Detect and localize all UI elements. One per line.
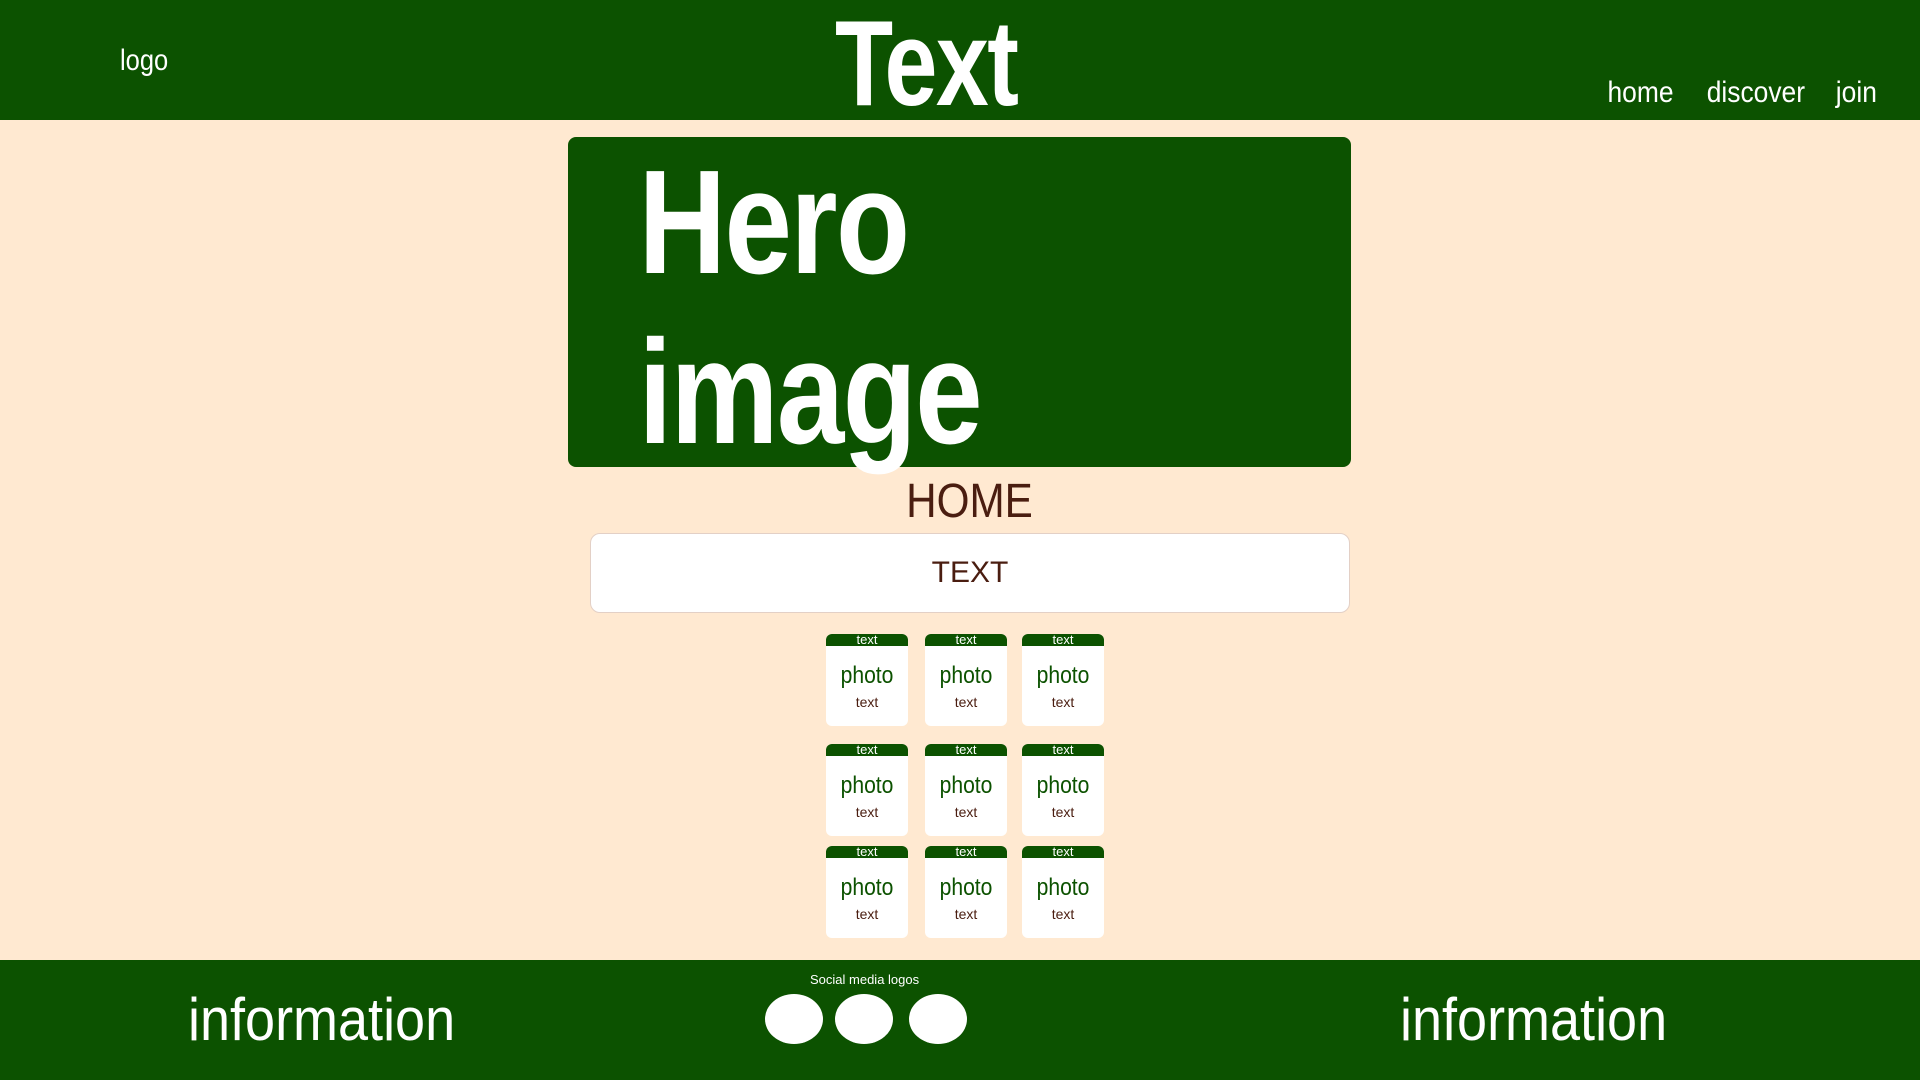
card-header: text [1022,634,1104,646]
card-text: text [855,906,879,922]
logo[interactable]: logo [120,44,168,78]
photo-card[interactable]: text photo text [826,634,908,726]
hero-label: Hero image [638,140,982,475]
social-media-icon[interactable] [765,994,823,1044]
card-header: text [925,634,1007,646]
card-header: text [826,846,908,858]
main-nav: home discover join [1603,76,1880,110]
card-text: text [954,804,978,820]
card-header: text [826,634,908,646]
card-text: text [954,906,978,922]
card-header: text [925,846,1007,858]
nav-discover-link[interactable]: discover [1706,76,1804,110]
card-header: text [826,744,908,756]
card-photo: photo [840,874,894,901]
card-text: text [954,694,978,710]
card-photo: photo [840,662,894,689]
card-header: text [1022,846,1104,858]
card-photo: photo [840,772,894,799]
nav-home-link[interactable]: home [1607,76,1673,110]
card-text: text [1051,804,1075,820]
social-media-icon[interactable] [909,994,967,1044]
social-media-icon[interactable] [835,994,893,1044]
photo-card[interactable]: text photo text [1022,744,1104,836]
hero-image: Hero image [568,137,1351,475]
footer-info-left: information [188,986,456,1053]
card-header: text [1022,744,1104,756]
card-photo: photo [939,772,993,799]
page-heading: HOME [906,475,1033,528]
social-media-label: Social media logos [810,972,920,987]
card-header: text [925,744,1007,756]
photo-card[interactable]: text photo text [826,744,908,836]
site-header: logo Text home discover join [0,0,1920,124]
card-text: text [855,804,879,820]
photo-card[interactable]: text photo text [826,846,908,938]
card-text: text [855,694,879,710]
card-text: text [1051,906,1075,922]
photo-card[interactable]: text photo text [1022,634,1104,726]
card-text: text [1051,694,1075,710]
photo-card[interactable]: text photo text [925,846,1007,938]
footer-info-right: information [1400,986,1668,1053]
site-title: Text [835,0,1019,131]
text-box: TEXT [590,533,1350,613]
card-photo: photo [1036,662,1090,689]
card-photo: photo [1036,874,1090,901]
photo-card[interactable]: text photo text [1022,846,1104,938]
card-photo: photo [1036,772,1090,799]
card-photo: photo [939,874,993,901]
card-photo: photo [939,662,993,689]
nav-join-link[interactable]: join [1836,76,1877,110]
site-footer: information Social media logos informati… [0,960,1920,1080]
photo-card[interactable]: text photo text [925,634,1007,726]
photo-card[interactable]: text photo text [925,744,1007,836]
